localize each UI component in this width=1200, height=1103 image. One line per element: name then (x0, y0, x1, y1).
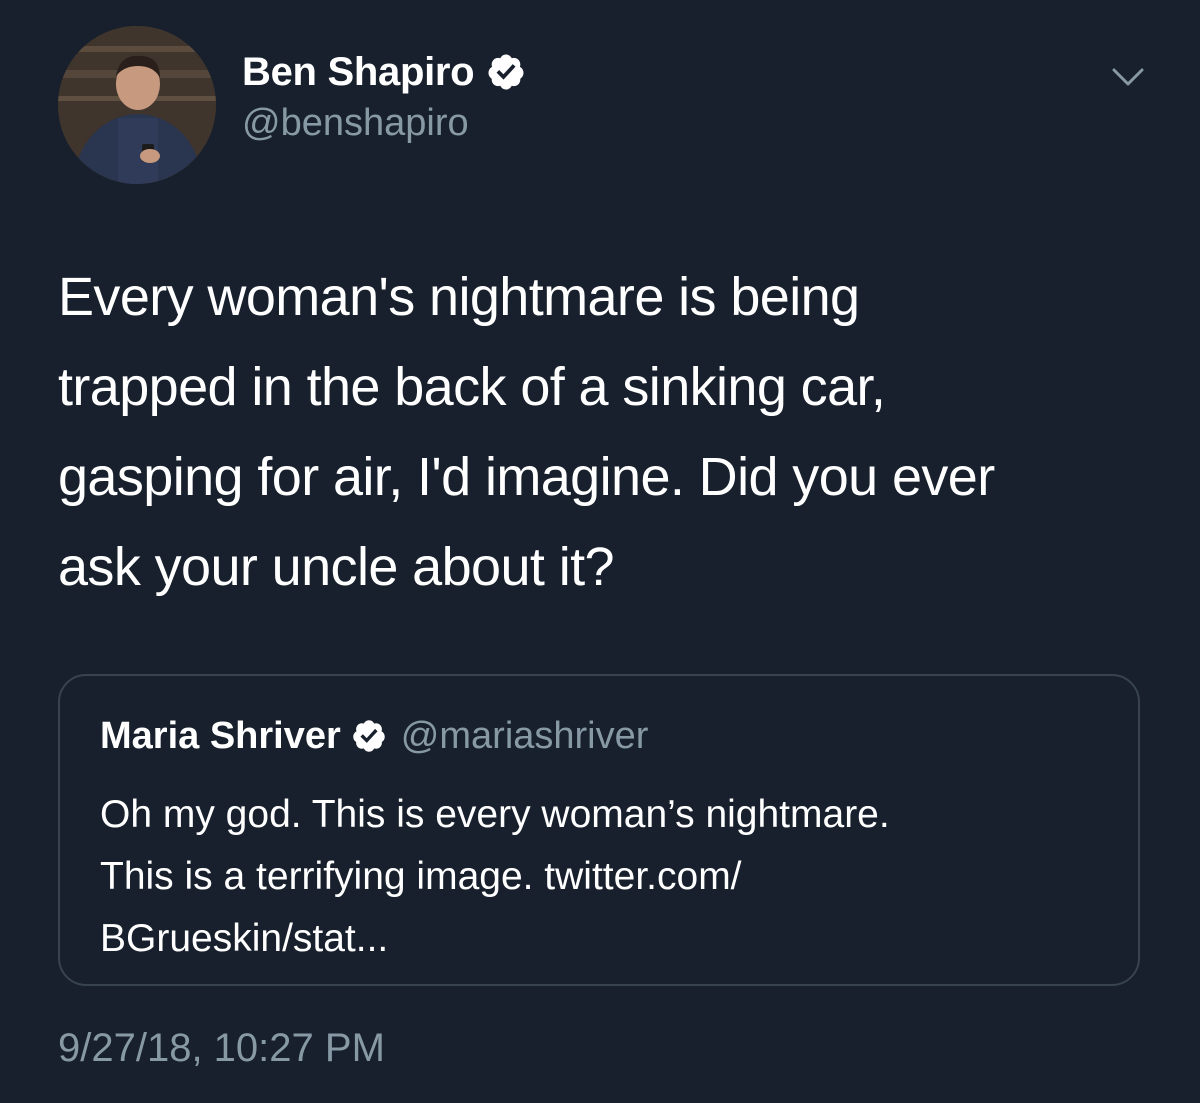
quoted-text-line: Oh my god. This is every woman’s nightma… (100, 793, 890, 836)
tweet-card: Ben Shapiro @benshapiro Every woman's ni… (0, 0, 1200, 1103)
quoted-text-line: BGrueskin/stat... (100, 917, 389, 960)
tweet-timestamp[interactable]: 9/27/18, 10:27 PM (58, 1026, 385, 1071)
author-name-row[interactable]: Ben Shapiro (242, 46, 526, 98)
chevron-down-icon[interactable] (1108, 62, 1148, 90)
avatar[interactable] (58, 26, 216, 184)
tweet-text-line: Every woman's nightmare is being (58, 267, 860, 327)
tweet-text: Every woman's nightmare is being trapped… (58, 252, 1168, 612)
tweet-text-line: trapped in the back of a sinking car, (58, 357, 886, 417)
author-display-name[interactable]: Ben Shapiro (242, 50, 475, 95)
author-handle[interactable]: @benshapiro (242, 102, 469, 145)
verified-badge-icon (353, 720, 385, 752)
quoted-text-line: This is a terrifying image. twitter.com/ (100, 855, 742, 898)
profile-photo-icon (58, 26, 216, 184)
quoted-tweet-card[interactable]: Maria Shriver @mariashriver Oh my god. T… (58, 674, 1140, 986)
quoted-author-handle: @mariashriver (400, 714, 649, 757)
quoted-tweet-header: Maria Shriver @mariashriver (100, 712, 648, 760)
tweet-text-line: ask your uncle about it? (58, 537, 615, 597)
verified-badge-icon (488, 54, 524, 90)
quoted-tweet-text: Oh my god. This is every woman’s nightma… (100, 784, 1100, 970)
tweet-text-line: gasping for air, I'd imagine. Did you ev… (58, 447, 995, 507)
quoted-author-display-name: Maria Shriver (100, 714, 341, 757)
